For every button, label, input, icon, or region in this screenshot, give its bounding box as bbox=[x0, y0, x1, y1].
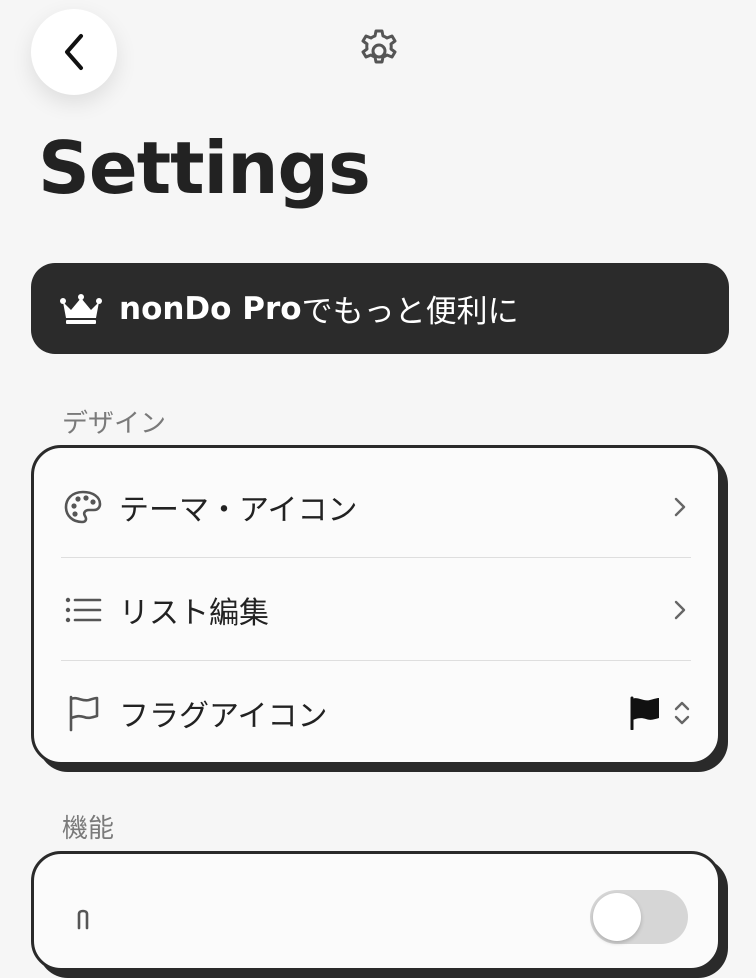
design-settings-card: テーマ・アイコン リスト編集 フラグアイコン bbox=[31, 445, 721, 765]
feature-toggle[interactable] bbox=[590, 890, 688, 944]
back-button[interactable] bbox=[31, 9, 117, 95]
pro-brand-name: nonDo Pro bbox=[119, 290, 302, 327]
partial-icon bbox=[61, 894, 105, 938]
settings-row-flag-icon[interactable]: フラグアイコン bbox=[61, 661, 691, 764]
settings-row-label: フラグアイコン bbox=[119, 698, 328, 734]
chevron-right-icon bbox=[674, 497, 686, 516]
flag-filled-icon bbox=[630, 696, 659, 730]
gear-icon[interactable] bbox=[356, 28, 402, 74]
pro-banner-text: でもっと便利に bbox=[301, 294, 519, 330]
settings-row-list-edit[interactable]: リスト編集 bbox=[61, 558, 691, 661]
chevron-left-icon bbox=[65, 34, 83, 70]
features-settings-card bbox=[31, 851, 721, 971]
settings-row-label: テーマ・アイコン bbox=[119, 492, 358, 528]
pro-upgrade-banner[interactable]: nonDo Pro でもっと便利に bbox=[31, 263, 729, 354]
chevron-up-down-icon bbox=[674, 701, 690, 724]
page-title: Settings bbox=[38, 126, 371, 210]
section-label-design: デザイン bbox=[62, 409, 167, 439]
toggle-knob bbox=[593, 893, 641, 941]
section-label-features: 機能 bbox=[62, 814, 115, 844]
settings-row-label: リスト編集 bbox=[119, 595, 269, 631]
crown-icon bbox=[60, 293, 102, 324]
chevron-right-icon bbox=[674, 600, 686, 619]
list-icon bbox=[61, 588, 105, 632]
palette-icon bbox=[61, 485, 105, 529]
flag-value-selector[interactable] bbox=[629, 696, 691, 730]
flag-icon bbox=[61, 691, 105, 735]
settings-row-theme-icon[interactable]: テーマ・アイコン bbox=[61, 455, 691, 558]
